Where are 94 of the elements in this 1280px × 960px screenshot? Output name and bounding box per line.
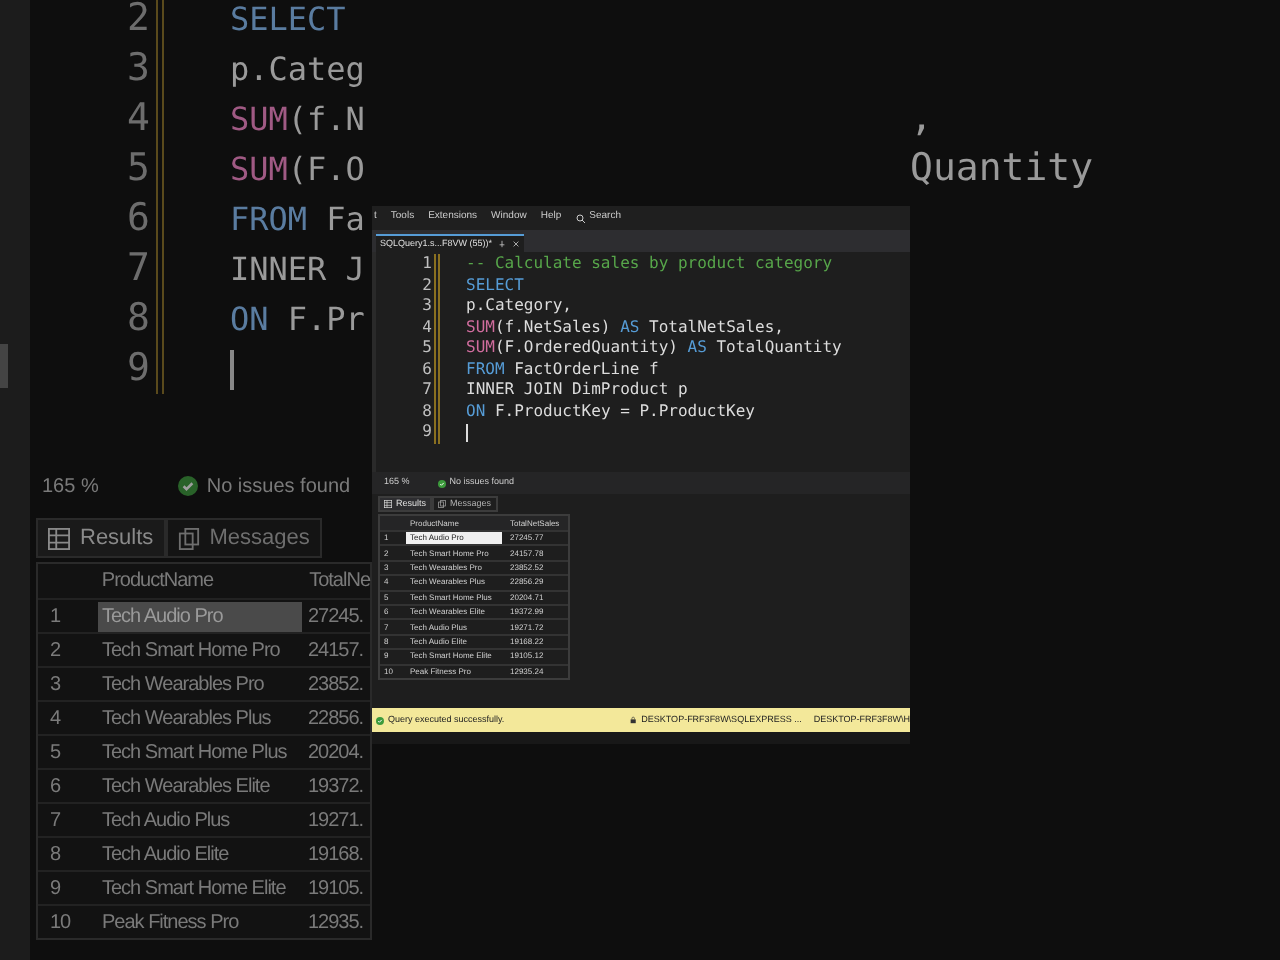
close-icon[interactable] xyxy=(512,240,521,248)
check-icon xyxy=(178,476,199,496)
table-cell: Tech Audio Pro xyxy=(98,601,302,631)
table-cell-text: Tech Wearables Elite xyxy=(100,773,272,801)
table-cell-text: 19271. xyxy=(306,807,364,835)
line-number: 7 xyxy=(420,380,432,401)
code-token: SELECT xyxy=(230,0,346,42)
table-cell-text: 19105. xyxy=(306,875,364,903)
line-number: 9 xyxy=(125,344,150,394)
code-token: (F.O xyxy=(287,148,365,192)
table-cell-text: 23852. xyxy=(306,671,364,699)
code-token: ON xyxy=(230,298,269,342)
code-token: SELECT xyxy=(466,275,524,296)
table-cell-text: 27245. xyxy=(306,603,364,631)
code-token: , xyxy=(910,94,933,144)
line-number: 4 xyxy=(125,94,150,144)
column-header: ProductName xyxy=(99,568,216,596)
code-token: Fa xyxy=(324,198,365,242)
code-token: (f.N xyxy=(287,98,365,142)
code-token: FROM xyxy=(230,198,308,242)
code-token: SUM xyxy=(466,338,495,359)
row-number: 2 xyxy=(48,637,63,665)
row-number: 3 xyxy=(48,671,63,699)
code-token: F.ProductKey = P.ProductKey xyxy=(492,401,755,422)
table-cell-text: 24157. xyxy=(306,637,364,665)
document-icon xyxy=(438,500,447,508)
code-token: (F.OrderedQuantity) xyxy=(494,338,680,359)
code-token: (f.NetSales) xyxy=(494,317,613,338)
row-number: 8 xyxy=(48,841,63,869)
document-icon xyxy=(177,527,200,549)
table-cell-text: Tech Wearables Pro xyxy=(100,671,266,699)
code-token: INNER JOIN DimProduct p xyxy=(466,380,688,401)
code-token: AS xyxy=(620,317,640,338)
code-token: SUM xyxy=(230,148,288,192)
line-number: 3 xyxy=(420,296,432,317)
table-cell-text: Tech Audio Elite xyxy=(100,841,231,869)
table-cell-text: Tech Smart Home Plus xyxy=(100,739,289,767)
row-number: 7 xyxy=(48,807,63,835)
code-token: p.Categ xyxy=(230,48,365,92)
line-number: 8 xyxy=(125,294,150,344)
code-token: F.Pr xyxy=(285,298,365,342)
grid-icon xyxy=(48,527,70,549)
row-number: 5 xyxy=(48,739,63,767)
line-number: 8 xyxy=(420,401,432,422)
line-number: 2 xyxy=(125,0,150,44)
code-token: ON xyxy=(466,401,486,422)
table-cell-text: 19168. xyxy=(306,841,364,869)
code-token: -- Calculate sales by product category xyxy=(466,254,833,275)
table-cell-text: Peak Fitness Pro xyxy=(100,909,241,937)
code-token: SUM xyxy=(230,98,288,142)
search-icon xyxy=(575,213,586,223)
table-cell-text: 20204. xyxy=(306,739,364,767)
row-number: 1 xyxy=(48,603,63,631)
line-number: 1 xyxy=(420,254,432,275)
lock-icon xyxy=(630,716,638,724)
line-number: 9 xyxy=(420,422,432,443)
code-token: AS xyxy=(687,338,707,359)
check-icon xyxy=(437,479,446,487)
line-number: 5 xyxy=(420,338,432,359)
table-cell-text: 22856. xyxy=(306,705,364,733)
results-tab[interactable]: Results xyxy=(36,518,166,558)
code-token: Quantity xyxy=(910,144,1094,194)
table-cell-text: 19372. xyxy=(306,773,364,801)
zoom-level[interactable]: 165 % xyxy=(42,471,99,501)
code-token: FROM xyxy=(466,359,505,380)
table-cell-text: Tech Smart Home Elite xyxy=(100,875,288,903)
pin-icon[interactable] xyxy=(498,240,507,248)
grid-icon xyxy=(384,500,392,508)
line-number: 2 xyxy=(420,275,432,296)
issues-status: No issues found xyxy=(206,473,351,501)
code-token: SUM xyxy=(466,317,495,338)
row-number: 6 xyxy=(48,773,63,801)
code-token: TotalNetSales, xyxy=(647,317,784,338)
row-number: 4 xyxy=(48,705,63,733)
code-token: p.Category, xyxy=(466,296,572,317)
line-number: 6 xyxy=(125,194,150,244)
results-tab[interactable]: Messages xyxy=(165,518,322,558)
code-token: TotalQuantity xyxy=(714,338,842,359)
table-cell-text: Tech Wearables Plus xyxy=(100,705,273,733)
line-number: 7 xyxy=(125,244,150,294)
row-number: 9 xyxy=(48,875,63,903)
line-number: 5 xyxy=(125,144,150,194)
table-cell-text: Tech Smart Home Pro xyxy=(100,637,282,665)
code-token: FactOrderLine f xyxy=(512,359,659,380)
line-number: 3 xyxy=(125,44,150,94)
table-cell-text: 12935. xyxy=(306,909,364,937)
column-header: TotalNe xyxy=(307,568,370,596)
line-number: 4 xyxy=(420,317,432,338)
check-icon xyxy=(376,715,384,725)
table-cell-text: Tech Audio Plus xyxy=(100,807,232,835)
scroll-marker xyxy=(0,344,8,388)
code-token: INNER J xyxy=(230,248,365,292)
line-number: 6 xyxy=(420,359,432,380)
row-number: 10 xyxy=(48,909,73,937)
